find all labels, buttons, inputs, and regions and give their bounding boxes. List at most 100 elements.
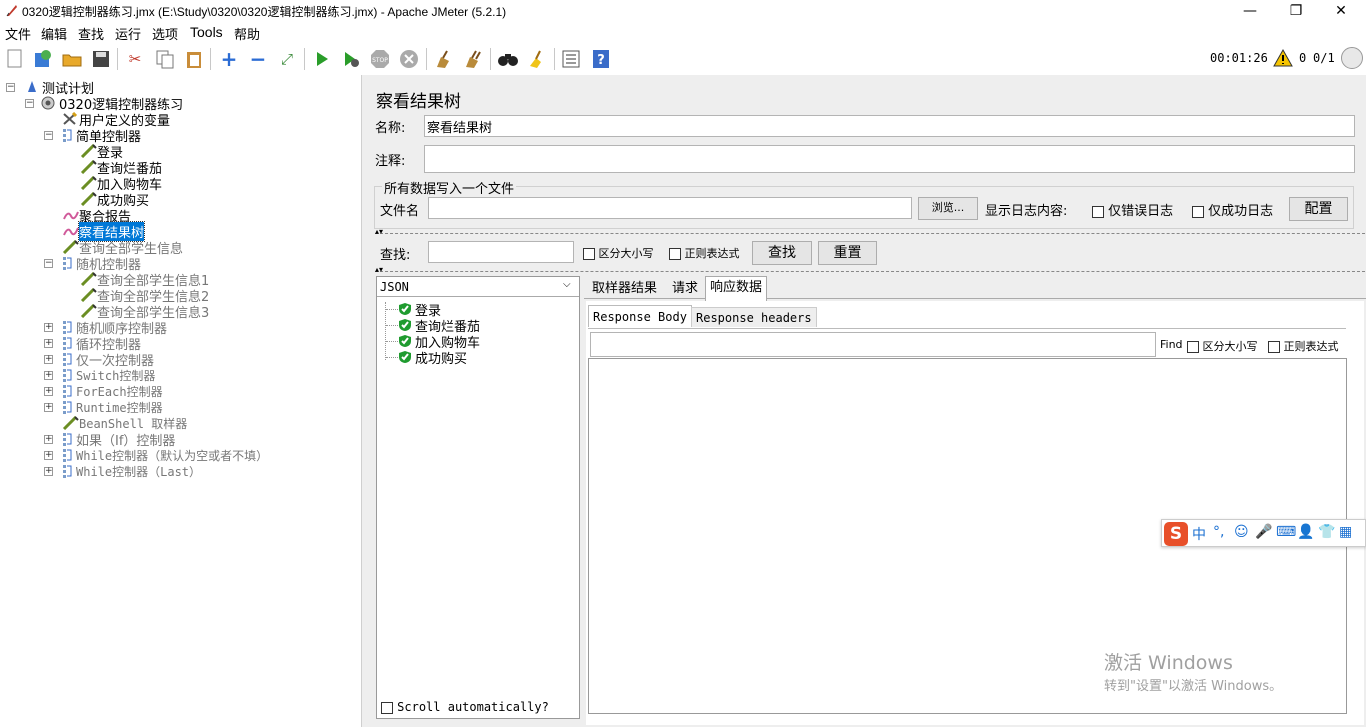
minimize-button[interactable]: — [1227, 0, 1273, 22]
search-button[interactable]: 查找 [752, 241, 812, 265]
test-plan-tree[interactable]: − 测试计划 − 0320逻辑控制器练习 用户定义的变量 − 简单控制器 登录 查询烂番… [0, 75, 362, 727]
find-regex-checkbox[interactable]: 正则表达式 [1268, 338, 1339, 354]
svg-text:STOP: STOP [372, 57, 388, 64]
shutdown-icon[interactable] [397, 47, 421, 71]
success-only-checkbox[interactable]: 仅成功日志 [1192, 200, 1273, 219]
search-input[interactable] [428, 241, 574, 263]
checkbox-box[interactable] [1092, 205, 1104, 218]
checkbox-box[interactable] [1192, 205, 1204, 218]
menu-tools[interactable]: Tools [190, 24, 223, 40]
start-icon[interactable] [310, 47, 334, 71]
expand-toggle[interactable]: + [44, 322, 53, 332]
warning-icon[interactable] [1273, 48, 1293, 71]
regex-checkbox[interactable]: 正则表达式 [669, 245, 740, 261]
subtab-response-headers[interactable]: Response headers [691, 307, 817, 327]
tab-request[interactable]: 请求 [668, 278, 702, 300]
menu-file[interactable]: 文件 [5, 24, 31, 43]
comment-input[interactable] [424, 145, 1355, 173]
expand-toggle[interactable]: + [44, 386, 53, 396]
expand-toggle[interactable]: + [44, 434, 53, 444]
restore-button[interactable]: ❐ [1273, 0, 1319, 22]
configure-button[interactable]: 配置 [1289, 197, 1348, 221]
tree-node[interactable]: − 简单控制器 [44, 127, 141, 145]
toolbox-icon[interactable]: ▦ [1339, 524, 1352, 540]
start-no-pause-icon[interactable] [339, 47, 363, 71]
tree-node[interactable]: + While控制器（Last） [44, 463, 201, 479]
checkbox-box[interactable] [1187, 341, 1199, 353]
collapse-toggle[interactable]: − [44, 258, 53, 268]
clear-all-icon[interactable] [461, 47, 485, 71]
templates-icon[interactable] [31, 47, 55, 71]
menu-run[interactable]: 运行 [115, 24, 141, 43]
expand-toggle[interactable]: + [44, 466, 53, 476]
checkbox-box[interactable] [1268, 341, 1280, 353]
expand-toggle[interactable]: + [44, 450, 53, 460]
collapse-toggle[interactable]: − [6, 82, 15, 92]
close-button[interactable]: ✕ [1318, 0, 1364, 22]
sogou-logo-icon[interactable]: S [1164, 522, 1188, 546]
help-icon[interactable]: ? [589, 47, 613, 71]
case-sensitive-checkbox[interactable]: 区分大小写 [583, 245, 654, 261]
tree-node[interactable]: + Runtime控制器 [44, 399, 163, 415]
copy-icon[interactable] [153, 47, 177, 71]
find-case-checkbox[interactable]: 区分大小写 [1187, 338, 1258, 354]
scroll-auto-label: Scroll automatically? [397, 700, 549, 714]
collapse-toggle[interactable]: − [25, 98, 34, 108]
tab-response-data[interactable]: 响应数据 [705, 276, 768, 301]
microphone-icon[interactable]: 🎤 [1255, 524, 1272, 540]
checkbox-box[interactable] [381, 701, 393, 714]
errors-only-checkbox[interactable]: 仅错误日志 [1092, 200, 1173, 219]
skin-icon[interactable]: 👕 [1318, 524, 1335, 540]
keyboard-icon[interactable]: ⌨ [1276, 524, 1296, 540]
paste-icon[interactable] [182, 47, 206, 71]
tree-node[interactable]: + 仅一次控制器 [44, 351, 154, 369]
save-icon[interactable] [89, 47, 113, 71]
divider-arrows-icon[interactable]: ▴▾ [375, 265, 383, 274]
expand-toggle[interactable]: + [44, 370, 53, 380]
chevron-down-icon[interactable]: ⌵ [563, 279, 571, 290]
clear-icon[interactable] [431, 47, 455, 71]
checkbox-box[interactable] [583, 248, 595, 260]
tree-node[interactable]: + 如果（If）控制器 [44, 431, 175, 449]
menu-search[interactable]: 查找 [78, 24, 104, 43]
browse-button[interactable]: 浏览... [918, 197, 978, 220]
menu-edit[interactable]: 编辑 [41, 24, 67, 43]
menu-options[interactable]: 选项 [152, 24, 178, 43]
divider-arrows-icon[interactable]: ▴▾ [375, 227, 383, 236]
results-tree[interactable]: 登录 查询烂番茄 加入购物车 成功购买 [377, 298, 578, 696]
emoji-icon[interactable]: ☺ [1234, 524, 1249, 540]
function-helper-icon[interactable] [559, 47, 583, 71]
open-icon[interactable] [60, 47, 84, 71]
ime-chinese-mode-icon[interactable]: 中 [1192, 524, 1206, 544]
stop-icon[interactable]: STOP [368, 47, 392, 71]
new-icon[interactable] [3, 47, 27, 71]
result-item[interactable]: 成功购买 [386, 349, 467, 367]
renderer-select[interactable]: JSON ⌵ [377, 277, 579, 297]
expand-toggle[interactable]: + [44, 354, 53, 364]
tree-node[interactable]: + ForEach控制器 [44, 383, 163, 399]
subtab-response-body[interactable]: Response Body [588, 305, 692, 327]
name-input[interactable] [424, 115, 1355, 137]
toggle-icon[interactable]: ⤢ [275, 47, 299, 71]
ime-punctuation-icon[interactable]: °, [1213, 524, 1224, 540]
checkbox-box[interactable] [669, 248, 681, 260]
ime-toolbar[interactable]: S 中 °, ☺ 🎤 ⌨ 👤 👕 ▦ [1161, 519, 1366, 547]
tab-sampler-result[interactable]: 取样器结果 [588, 278, 661, 300]
find-input[interactable] [590, 332, 1156, 357]
search-icon[interactable] [496, 47, 520, 71]
collapse-toggle[interactable]: − [44, 130, 53, 140]
user-icon[interactable]: 👤 [1297, 524, 1314, 540]
expand-toggle[interactable]: + [44, 338, 53, 348]
reset-search-icon[interactable] [525, 47, 549, 71]
menu-help[interactable]: 帮助 [234, 24, 260, 43]
filename-input[interactable] [428, 197, 912, 219]
tree-node[interactable]: + While控制器（默认为空或者不填） [44, 447, 268, 463]
collapse-all-icon[interactable]: − [246, 47, 270, 71]
reset-button[interactable]: 重置 [818, 241, 877, 265]
expand-toggle[interactable]: + [44, 402, 53, 412]
scroll-auto-checkbox[interactable]: Scroll automatically? [381, 700, 549, 715]
cut-icon[interactable]: ✂ [123, 47, 147, 71]
expand-all-icon[interactable]: + [217, 47, 241, 71]
tree-label: While控制器（Last） [76, 464, 202, 479]
tree-node[interactable]: + Switch控制器 [44, 367, 155, 383]
